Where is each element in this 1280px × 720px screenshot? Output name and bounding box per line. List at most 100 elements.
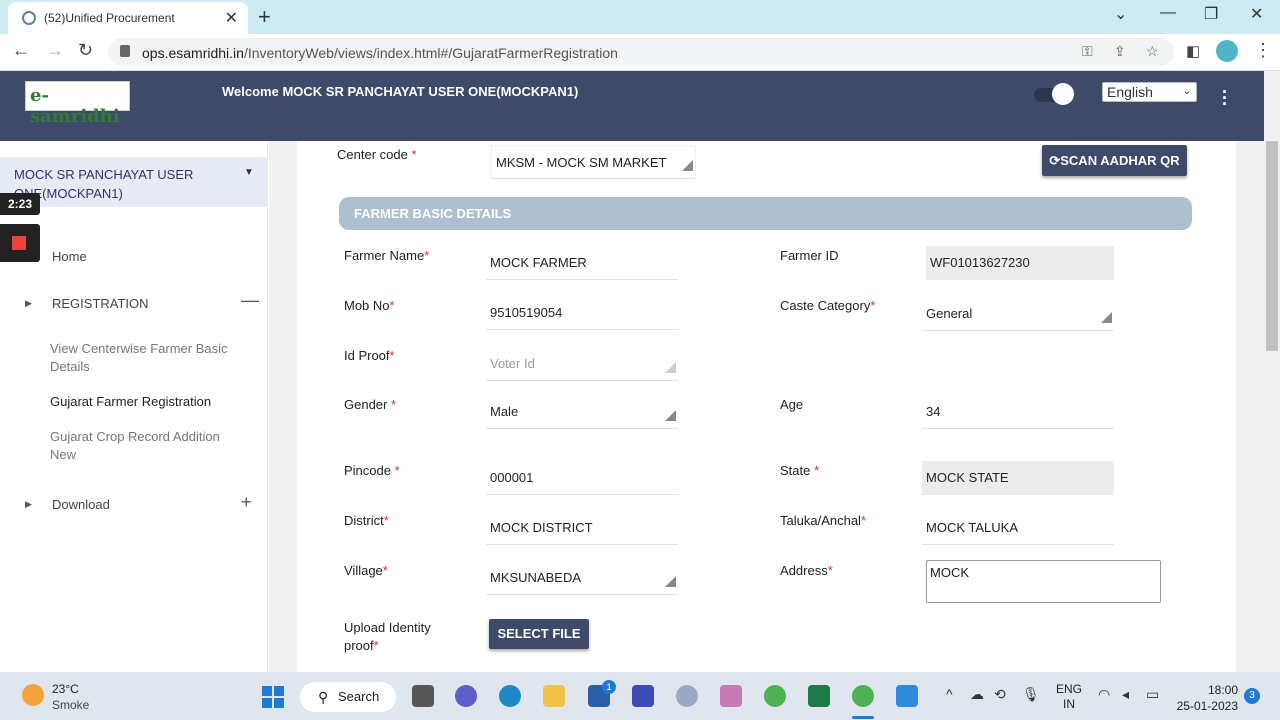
stop-recording-button[interactable] [0,224,40,262]
village-select[interactable]: MKSUNABEDA [486,561,678,595]
pincode-input[interactable]: 000001 [486,461,678,495]
center-code-select[interactable]: MKSM - MOCK SM MARKET [491,145,696,179]
close-window-icon[interactable]: ✕ [1250,4,1263,24]
sidebar-subitem-gujarat-registration[interactable]: Gujarat Farmer Registration [50,393,240,411]
language-value: English [1107,84,1153,100]
bookmark-star-icon[interactable]: ☆ [1146,43,1159,60]
gender-label: Gender * [344,397,397,412]
scrollbar-thumb[interactable] [1266,141,1278,351]
user-name: MOCK SR PANCHAYAT USER ONE(MOCKPAN1) [14,167,194,201]
district-input[interactable]: MOCK DISTRICT [486,511,678,545]
id-proof-label: Id Proof* [344,348,395,363]
microphone-icon[interactable]: 🎙 [1022,686,1040,703]
minimize-icon[interactable]: — [1160,4,1176,22]
app-icon[interactable] [632,685,654,707]
page-scrollbar[interactable] [1264,71,1280,672]
collapse-minus-icon[interactable]: — [241,290,259,311]
app-icon[interactable] [896,685,918,707]
temperature[interactable]: 23°C [52,682,79,696]
forward-icon[interactable]: → [46,40,64,61]
toggle-knob [1052,83,1074,105]
expand-arrow-icon[interactable]: ▶ [25,298,32,309]
active-indicator [852,716,874,719]
gender-select[interactable]: Male [486,395,678,429]
address-bar[interactable]: ops.esamridhi.in/InventoryWeb/views/inde… [108,38,1174,66]
chevron-up-icon[interactable]: ^ [946,686,953,702]
snipping-tool-icon[interactable] [720,685,742,707]
edge-icon[interactable] [499,685,521,707]
taluka-label: Taluka/Anchal* [780,513,867,528]
tab-search-icon[interactable]: ⌄ [1114,4,1127,24]
sidebar-item-home[interactable]: Home [52,249,87,264]
district-label: District* [344,513,389,528]
age-label: Age [780,397,804,412]
section-header-farmer-basic-details: FARMER BASIC DETAILS [339,197,1192,230]
language-select[interactable]: English ⌄ [1102,82,1197,102]
file-explorer-icon[interactable] [543,685,565,707]
age-input[interactable]: 34 [922,395,1114,429]
lock-icon[interactable] [120,45,130,57]
chrome-icon[interactable] [764,685,786,707]
farmer-id-label: Farmer ID [780,248,839,263]
key-icon[interactable]: ⚿ [1082,43,1093,60]
caste-category-label: Caste Category* [780,298,876,313]
mob-no-input[interactable]: 9510519054 [486,296,678,330]
reload-icon[interactable]: ↻ [78,40,93,61]
profile-avatar[interactable] [1216,40,1238,62]
farmer-name-input[interactable]: MOCK FARMER [486,246,678,280]
caret-down-icon[interactable]: ▼ [244,167,254,178]
scan-aadhar-qr-button[interactable]: ⟳SCAN AADHAR QR [1042,145,1187,176]
id-proof-select[interactable]: Voter Id [486,347,678,381]
chat-icon[interactable] [455,685,477,707]
weather-icon[interactable] [22,684,44,706]
sidebar-item-registration[interactable]: REGISTRATION [52,296,149,311]
gender-value: Male [490,404,519,419]
volume-icon[interactable]: ◂ [1122,686,1129,703]
dropdown-triangle-icon [665,410,676,421]
side-panel-icon[interactable]: ◧ [1186,42,1200,60]
notification-badge[interactable]: 3 [1244,688,1260,704]
logo-text: e-samridhi [30,85,120,127]
browser-tab-strip: (52)Unified Procurement ✕ + ⌄ — ❐ ✕ [0,0,1280,34]
chrome-active-icon[interactable] [852,685,874,707]
wifi-icon[interactable]: ◠ [1098,686,1110,703]
url-text[interactable]: ops.esamridhi.in/InventoryWeb/views/inde… [142,45,618,61]
recycle-icon[interactable] [676,685,698,707]
address-textarea[interactable]: MOCK [926,560,1161,603]
sidebar-subitem-crop-record[interactable]: Gujarat Crop Record Addition New [50,428,240,464]
taskbar-search[interactable]: ⚲ Search [300,682,396,712]
back-icon[interactable]: ← [12,40,30,61]
weather-condition[interactable]: Smoke [52,698,89,712]
id-proof-placeholder: Voter Id [490,356,535,371]
excel-icon[interactable] [808,685,830,707]
sidebar-subitem-view-centerwise[interactable]: View Centerwise Farmer Basic Details [50,340,240,376]
more-options-icon[interactable]: · · · [1222,83,1228,113]
main-content: Center code * MKSM - MOCK SM MARKET ⟳SCA… [269,141,1264,672]
language-indicator[interactable]: ENG IN [1056,682,1082,712]
taskbar-clock[interactable]: 18:00 25-01-2023 [1176,682,1238,714]
select-file-button[interactable]: SELECT FILE [489,619,589,649]
task-view-icon[interactable] [412,685,434,707]
browser-tab[interactable]: (52)Unified Procurement ✕ [8,2,248,34]
taluka-input[interactable]: MOCK TALUKA [922,511,1114,545]
caste-value: General [926,306,973,321]
search-icon: ⚲ [318,689,329,705]
restore-icon[interactable]: ❐ [1204,4,1218,24]
esamridhi-logo[interactable]: e-samridhi [25,81,130,127]
user-menu[interactable]: MOCK SR PANCHAYAT USER ONE(MOCKPAN1) ▼ [0,157,268,207]
sync-icon[interactable]: ⟲ [994,686,1006,703]
sidebar-item-download[interactable]: Download [52,497,110,512]
expand-arrow-icon[interactable]: ▶ [25,499,32,510]
expand-plus-icon[interactable]: + [241,492,252,513]
browser-menu-icon[interactable]: ⋮ [1254,40,1272,61]
theme-toggle[interactable] [1034,83,1074,105]
share-icon[interactable]: ⇪ [1114,43,1126,60]
windows-start-icon[interactable] [262,686,284,708]
new-tab-icon[interactable]: + [258,4,271,30]
battery-icon[interactable]: ▭ [1146,686,1159,703]
dropdown-triangle-icon [665,576,676,587]
close-tab-icon[interactable]: ✕ [225,8,238,28]
caste-category-select[interactable]: General [922,297,1114,331]
farmer-name-label: Farmer Name* [344,248,430,263]
onedrive-icon[interactable]: ☁ [970,686,984,703]
